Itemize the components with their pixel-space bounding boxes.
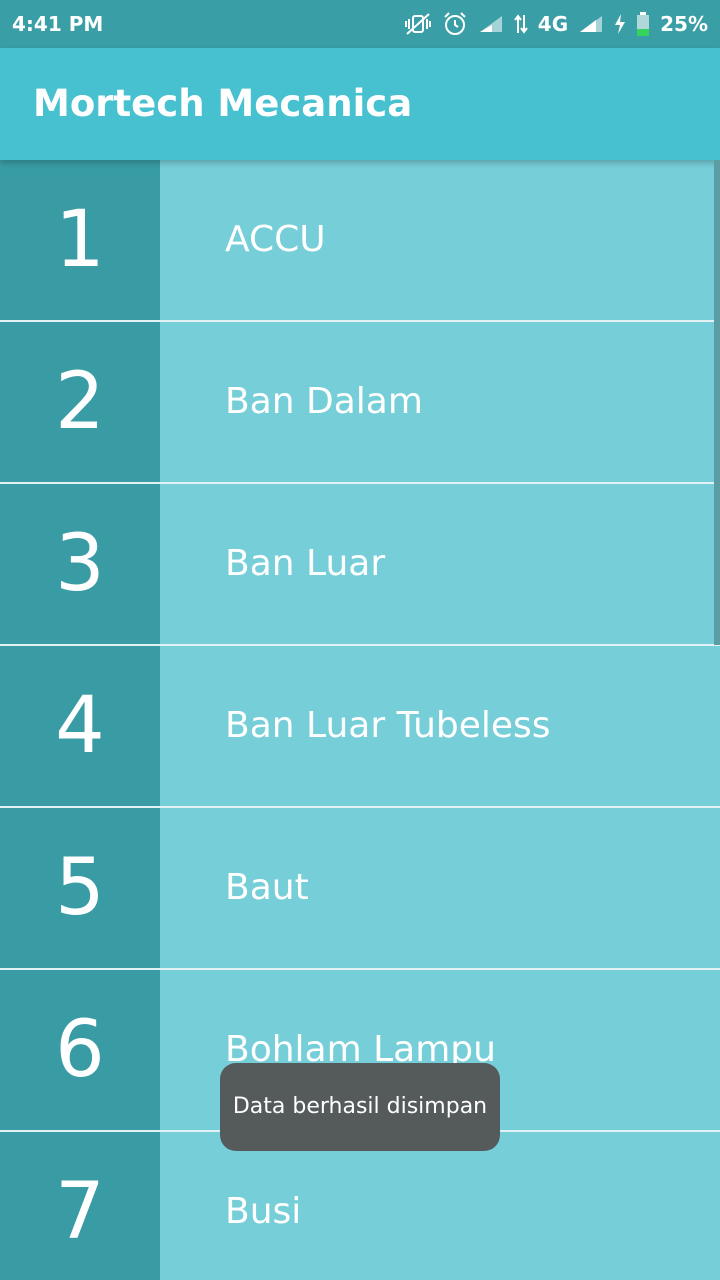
list-item[interactable]: 5 Baut <box>0 808 720 968</box>
item-number-cell: 5 <box>0 808 160 968</box>
network-type: 4G <box>537 12 569 36</box>
data-arrows-icon <box>513 13 528 35</box>
status-icons: 4G 25% <box>404 0 708 48</box>
item-number-cell: 6 <box>0 970 160 1130</box>
battery-percent: 25% <box>660 12 708 36</box>
item-label-cell: Ban Luar <box>160 484 720 644</box>
charging-icon <box>614 13 626 35</box>
list-item[interactable]: 4 Ban Luar Tubeless <box>0 646 720 806</box>
signal-icon <box>578 14 604 34</box>
vibrate-off-icon <box>404 11 432 37</box>
status-time: 4:41 PM <box>12 12 104 36</box>
item-number-cell: 4 <box>0 646 160 806</box>
item-number-cell: 3 <box>0 484 160 644</box>
item-number-cell: 1 <box>0 160 160 320</box>
app-bar: Mortech Mecanica <box>0 48 720 160</box>
item-label: Ban Dalam <box>225 381 423 422</box>
list-item[interactable]: 1 ACCU <box>0 160 720 320</box>
status-bar: 4:41 PM 4G 25% <box>0 0 720 48</box>
list-item[interactable]: 2 Ban Dalam <box>0 322 720 482</box>
signal-icon <box>478 14 504 34</box>
toast-message: Data berhasil disimpan <box>220 1063 500 1151</box>
item-label-cell: Ban Luar Tubeless <box>160 646 720 806</box>
item-label: Ban Luar <box>225 543 386 584</box>
scrollbar[interactable] <box>714 160 720 645</box>
item-number: 7 <box>55 1167 105 1257</box>
item-label: Baut <box>225 867 309 908</box>
item-number-cell: 2 <box>0 322 160 482</box>
list-item[interactable]: 3 Ban Luar <box>0 484 720 644</box>
item-label-cell: Ban Dalam <box>160 322 720 482</box>
alarm-icon <box>442 11 468 37</box>
battery-icon <box>636 11 650 37</box>
item-label-cell: ACCU <box>160 160 720 320</box>
item-label: Ban Luar Tubeless <box>225 705 551 746</box>
item-number-cell: 7 <box>0 1132 160 1280</box>
item-number: 5 <box>55 843 105 933</box>
item-number: 1 <box>55 195 105 285</box>
item-label: ACCU <box>225 219 326 260</box>
item-number: 4 <box>55 681 105 771</box>
item-label-cell: Busi <box>160 1132 720 1280</box>
app-title: Mortech Mecanica <box>33 82 413 125</box>
list-item[interactable]: 7 Busi <box>0 1132 720 1280</box>
item-number: 2 <box>55 357 105 447</box>
item-label-cell: Baut <box>160 808 720 968</box>
item-label: Busi <box>225 1191 302 1232</box>
item-number: 3 <box>55 519 105 609</box>
item-number: 6 <box>55 1005 105 1095</box>
